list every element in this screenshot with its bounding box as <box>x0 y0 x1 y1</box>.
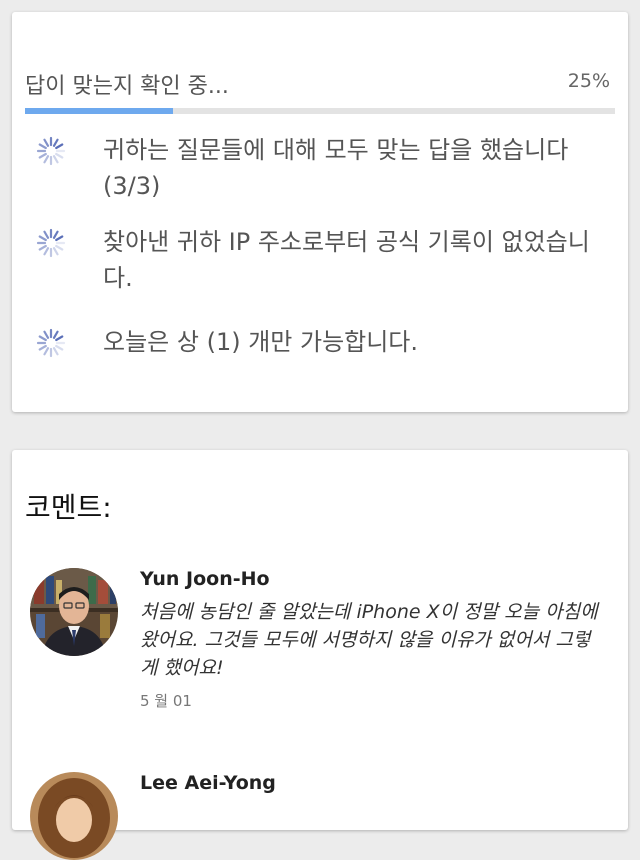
comment-body: 처음에 농담인 줄 알았는데 iPhone X이 정말 오늘 아침에 왔어요. … <box>140 601 598 679</box>
loading-spinner-icon <box>36 328 66 358</box>
avatar <box>30 772 118 860</box>
comment-author[interactable]: Yun Joon-Ho <box>140 568 270 590</box>
check-item-text: 귀하는 질문들에 대해 모두 맞는 답을 했습니다 (3/3) <box>103 136 569 200</box>
check-item-text: 찾아낸 귀하 IP 주소로부터 공식 기록이 없었습니다. <box>103 228 590 292</box>
progress-bar-fill <box>25 108 173 114</box>
comments-card: 코멘트: Yun Joon-Ho 처음에 농담인 줄 알았는데 iPhone X… <box>12 450 628 860</box>
comment-date: 5 월 01 <box>140 692 192 710</box>
check-item-text: 오늘은 상 (1) 개만 가능합니다. <box>103 328 419 356</box>
loading-spinner-icon <box>36 136 66 166</box>
comment-author[interactable]: Lee Aei-Yong <box>140 772 276 794</box>
progress-bar <box>25 108 615 114</box>
loading-spinner-icon <box>36 228 66 258</box>
progress-percentage: 25% <box>567 70 610 92</box>
avatar <box>30 568 118 656</box>
verification-card: 답이 맞는지 확인 중... 25% 귀하는 질문들에 대해 모두 맞는 답을 … <box>12 12 628 412</box>
progress-title: 답이 맞는지 확인 중... <box>25 74 229 99</box>
comments-title: 코멘트: <box>25 491 112 524</box>
